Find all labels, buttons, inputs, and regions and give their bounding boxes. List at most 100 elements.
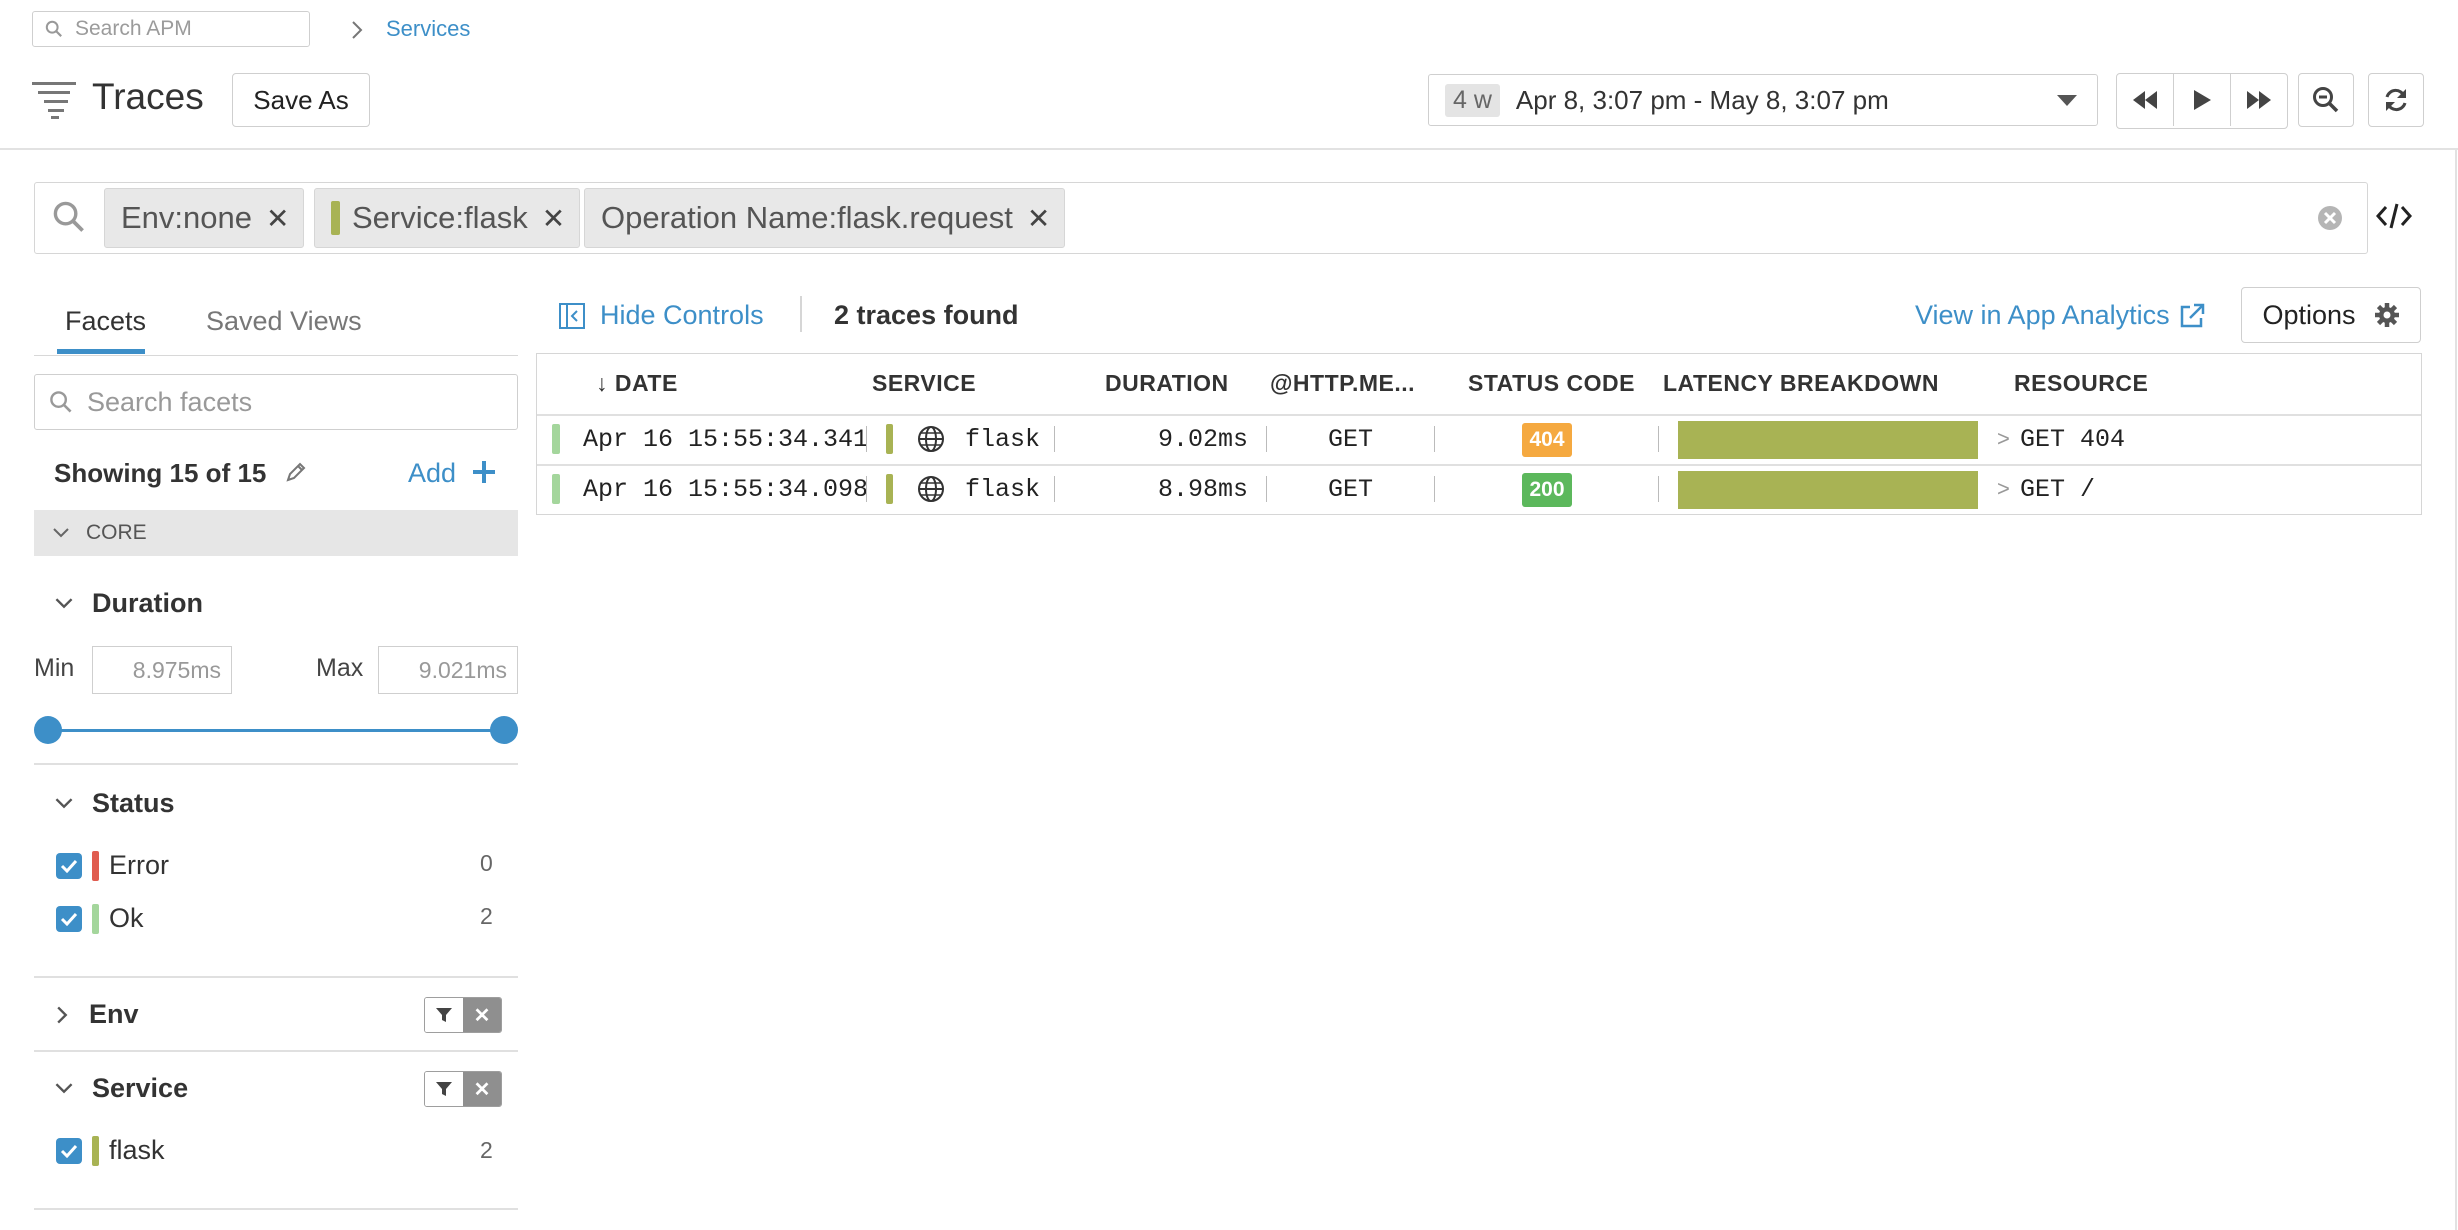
- globe-icon: [918, 476, 944, 502]
- clear-facet-icon[interactable]: ✕: [463, 998, 501, 1032]
- trace-service: flask: [965, 425, 1041, 454]
- service-item-flask[interactable]: flask: [56, 1135, 165, 1166]
- search-apm-input[interactable]: Search APM: [32, 11, 310, 47]
- slider-max-handle[interactable]: [490, 716, 518, 744]
- rewind-button[interactable]: [2117, 74, 2174, 126]
- checkbox-checked[interactable]: [56, 905, 82, 932]
- filter-chip-service[interactable]: Service:flask ✕: [314, 188, 581, 248]
- column-header-http-method[interactable]: @HTTP.ME...: [1270, 370, 1415, 397]
- filter-chip-label: Service:flask: [352, 200, 528, 235]
- column-header-duration[interactable]: DURATION: [1105, 370, 1229, 397]
- time-range-badge: 4 w: [1445, 83, 1500, 117]
- check-icon: [60, 859, 78, 873]
- search-facets-input[interactable]: Search facets: [34, 374, 518, 430]
- chevron-down-icon: [55, 1083, 73, 1094]
- check-icon: [60, 1144, 78, 1158]
- facet-count: Showing 15 of 15: [54, 458, 267, 488]
- resource-arrow: >: [1997, 476, 2010, 501]
- funnel-icon: [436, 1008, 452, 1022]
- active-tab-indicator: [57, 349, 145, 354]
- cell-separator: [1054, 426, 1055, 452]
- trace-http-method: GET: [1328, 475, 1374, 504]
- view-in-app-analytics-link[interactable]: View in App Analytics: [1915, 300, 2206, 331]
- status-item-error[interactable]: Error: [56, 850, 169, 881]
- save-as-button[interactable]: Save As: [232, 73, 370, 127]
- status-code-badge: 404: [1522, 423, 1572, 457]
- trace-duration: 9.02ms: [1157, 425, 1248, 454]
- min-duration-input[interactable]: 8.975ms: [92, 646, 232, 694]
- core-label: CORE: [86, 521, 147, 544]
- tab-saved-views[interactable]: Saved Views: [206, 306, 362, 337]
- cell-separator: [1434, 426, 1435, 452]
- fast-forward-button[interactable]: [2231, 74, 2287, 126]
- remove-filter-icon[interactable]: ✕: [1027, 202, 1050, 235]
- filter-button[interactable]: [425, 1072, 463, 1106]
- service-filter-controls: ✕: [424, 1071, 502, 1107]
- play-icon: [2194, 90, 2211, 110]
- tab-facets[interactable]: Facets: [65, 306, 146, 337]
- max-duration-input[interactable]: 9.021ms: [378, 646, 518, 694]
- status-item-ok[interactable]: Ok: [56, 903, 144, 934]
- header-divider: [0, 148, 2458, 150]
- filter-chip-env[interactable]: Env:none ✕: [104, 188, 305, 248]
- column-header-service[interactable]: SERVICE: [872, 370, 976, 397]
- search-apm-placeholder: Search APM: [75, 17, 192, 40]
- page-title: Traces: [92, 76, 204, 117]
- core-section-header[interactable]: CORE: [34, 510, 518, 556]
- breadcrumb-services[interactable]: Services: [386, 16, 470, 42]
- zoom-out-icon: [2313, 87, 2339, 113]
- search-icon: [45, 20, 62, 37]
- duration-slider-track[interactable]: [48, 729, 504, 732]
- collapse-panel-icon: [559, 302, 585, 329]
- service-color-bar: [331, 201, 340, 235]
- duration-facet-header[interactable]: Duration: [54, 588, 203, 619]
- refresh-button[interactable]: [2368, 73, 2424, 127]
- chevron-right-icon: [352, 21, 363, 39]
- filter-chip-label: Operation Name:flask.request: [601, 200, 1013, 235]
- time-range-selector[interactable]: 4 w Apr 8, 3:07 pm - May 8, 3:07 pm: [1428, 74, 2098, 126]
- play-button[interactable]: [2174, 74, 2231, 126]
- remove-filter-icon[interactable]: ✕: [266, 202, 289, 235]
- add-facet-link[interactable]: Add: [408, 458, 456, 489]
- status-facet-header[interactable]: Status: [54, 788, 175, 819]
- tab-divider: [34, 355, 518, 356]
- column-header-resource[interactable]: RESOURCE: [2014, 370, 2148, 397]
- code-icon[interactable]: [2376, 200, 2412, 232]
- trace-http-method: GET: [1328, 425, 1374, 454]
- options-label: Options: [2262, 299, 2356, 330]
- checkbox-checked[interactable]: [56, 1137, 82, 1164]
- filter-button[interactable]: [425, 998, 463, 1032]
- panel-border: [2455, 148, 2457, 1230]
- cell-separator: [1266, 426, 1267, 452]
- trace-service: flask: [965, 475, 1041, 504]
- column-header-date[interactable]: ↓ DATE: [596, 370, 678, 397]
- filter-chip-operation[interactable]: Operation Name:flask.request ✕: [584, 188, 1066, 248]
- refresh-icon: [2385, 88, 2407, 112]
- external-link-icon: [2180, 303, 2204, 327]
- clear-search-icon[interactable]: [2316, 204, 2344, 232]
- pencil-icon[interactable]: [284, 460, 308, 484]
- trace-date: Apr 16 15:55:34.098: [583, 475, 869, 504]
- cell-separator: [866, 476, 867, 502]
- cell-separator: [866, 426, 867, 452]
- section-divider: [34, 1050, 518, 1052]
- sort-desc-icon: ↓: [596, 370, 608, 396]
- zoom-out-button[interactable]: [2298, 73, 2354, 127]
- hide-controls-button[interactable]: Hide Controls: [558, 300, 764, 331]
- column-header-latency-breakdown[interactable]: LATENCY BREAKDOWN: [1663, 370, 1939, 397]
- options-button[interactable]: Options: [2241, 287, 2421, 343]
- section-divider: [34, 1208, 518, 1210]
- env-title: Env: [89, 999, 139, 1029]
- chevron-right-icon: [57, 1006, 68, 1023]
- env-facet-header[interactable]: Env: [56, 999, 139, 1030]
- service-facet-header[interactable]: Service: [54, 1073, 188, 1104]
- cell-separator: [1434, 476, 1435, 502]
- column-header-status-code[interactable]: STATUS CODE: [1468, 370, 1635, 397]
- clear-facet-icon[interactable]: ✕: [463, 1072, 501, 1106]
- service-count: 2: [480, 1137, 493, 1163]
- remove-filter-icon[interactable]: ✕: [542, 202, 565, 235]
- plus-icon[interactable]: [472, 460, 496, 484]
- checkbox-checked[interactable]: [56, 852, 82, 879]
- slider-min-handle[interactable]: [34, 716, 62, 744]
- time-range-text: Apr 8, 3:07 pm - May 8, 3:07 pm: [1515, 84, 1889, 115]
